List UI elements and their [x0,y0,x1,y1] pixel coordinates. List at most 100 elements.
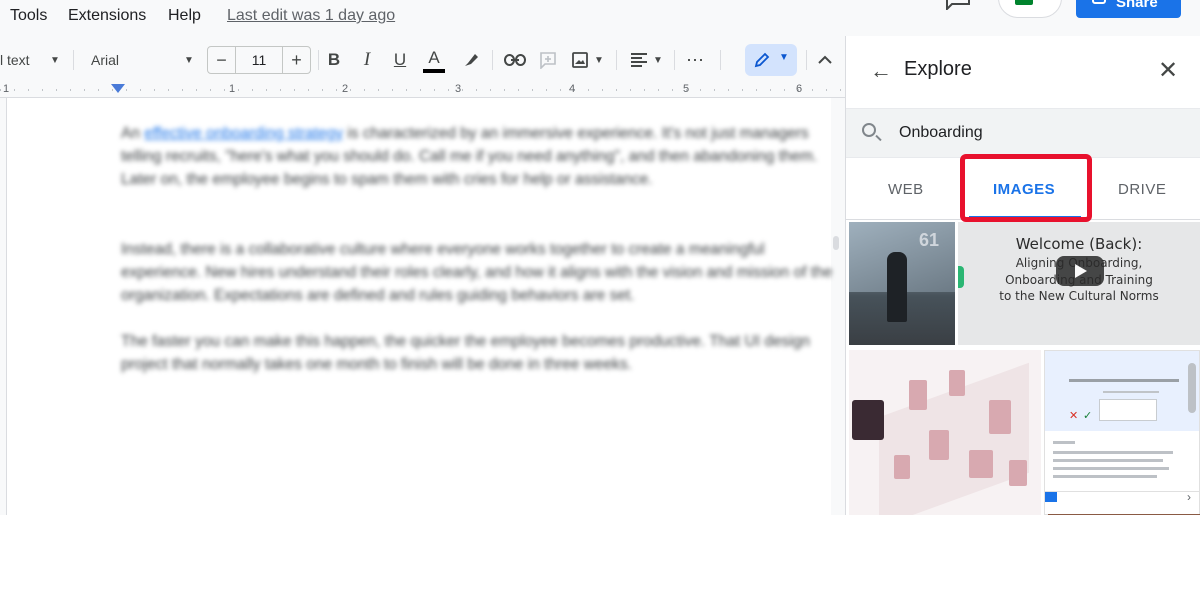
bold-button[interactable]: B [322,40,346,80]
chevron-right-icon: › [1187,490,1191,504]
docs-app: Tools Extensions Help Last edit was 1 da… [0,0,1200,515]
office-block [929,430,949,460]
decrease-font-size-button[interactable]: − [208,47,236,73]
mockup-row [1053,451,1173,454]
text-color-icon: A [428,47,440,67]
office-block [969,450,993,478]
paragraph-style-label: l text [0,52,30,68]
editing-mode-button[interactable]: ▼ [745,44,797,76]
mockup-line [1103,391,1159,393]
paragraph-prefix: An [121,125,145,142]
font-size-input[interactable]: 11 [236,47,282,73]
doc-paragraph-1[interactable]: An effective onboarding strategy is char… [121,122,833,191]
mockup-blue-block [1045,492,1057,502]
font-label: Arial [91,52,120,68]
doc-paragraph-2[interactable]: Instead, there is a collaborative cultur… [121,238,833,307]
office-block [1009,460,1027,486]
mode-chevron-down-icon: ▼ [779,52,789,63]
search-input[interactable]: Onboarding [899,124,983,142]
image-result-welcome-video[interactable]: Welcome (Back): Aligning Onboarding, Onb… [958,222,1200,345]
link-icon[interactable] [502,40,528,80]
chat-icon[interactable] [944,0,972,10]
document-scrollbar[interactable] [833,236,839,250]
image-icon[interactable] [568,40,592,80]
toolbar-divider [720,50,721,70]
menu-tools[interactable]: Tools [10,7,47,25]
blank-bottom-area [0,515,1200,600]
edit-pencil-icon [754,52,770,68]
mockup-footer [1045,491,1199,504]
increase-font-size-button[interactable]: + [282,47,310,73]
x-icon: ✕ [1069,410,1079,422]
text-color-swatch [423,68,445,73]
onboarding-strategy-link[interactable]: effective onboarding strategy [144,125,343,142]
menu-extensions[interactable]: Extensions [68,7,146,25]
italic-button[interactable]: I [355,40,379,80]
image-chevron-down-icon[interactable]: ▼ [592,40,606,80]
font-chevron-down-icon[interactable]: ▼ [180,40,198,80]
mockup-row [1053,467,1169,470]
document-area: An effective onboarding strategy is char… [0,98,845,515]
mockup-row [1053,441,1075,444]
video-title: Welcome (Back): [1015,235,1143,253]
mockup-card [1099,399,1157,421]
image-result-isometric-office[interactable] [849,350,1041,515]
office-block [949,370,965,396]
share-label: Share [1116,0,1158,11]
share-button[interactable]: Share [1076,0,1181,18]
menu-bar: Tools Extensions Help Last edit was 1 da… [0,0,1200,36]
more-options-button[interactable]: ⋯ [682,40,708,80]
font-dropdown[interactable]: Arial [91,40,151,80]
last-edit-link[interactable]: Last edit was 1 day ago [227,7,395,25]
toolbar-divider [492,50,493,70]
underline-button[interactable]: U [388,40,412,80]
office-block [989,400,1011,434]
image-result-ui-mockup[interactable]: ✕ ✓ › [1044,350,1200,515]
doc-paragraph-3[interactable]: The faster you can make this happen, the… [121,330,833,376]
document-page[interactable]: An effective onboarding strategy is char… [6,98,833,515]
tab-drive[interactable]: DRIVE [1118,181,1166,198]
toolbar-divider [674,50,675,70]
ruler-number: 1 [3,83,10,95]
hull-number: 61 [919,230,940,250]
lock-icon [1092,0,1106,4]
explore-title: Explore [904,58,972,80]
chevron-up-icon[interactable] [812,40,838,80]
close-icon[interactable]: ✕ [1158,56,1178,85]
ruler-number: 3 [455,83,462,95]
check-icon: ✓ [1083,410,1093,422]
ruler-number: 2 [342,83,349,95]
ruler-number: 6 [796,83,803,95]
align-chevron-down-icon[interactable]: ▼ [651,40,665,80]
text-color-button[interactable]: A [421,40,447,80]
comment-icon[interactable] [536,40,560,80]
meet-icon [1015,0,1033,5]
ruler-number: 4 [569,83,576,95]
horizontal-ruler[interactable]: 1 1 2 3 4 5 6 [0,82,845,98]
mockup-row [1053,475,1157,478]
toolbar-divider [806,50,807,70]
align-icon[interactable] [626,40,652,80]
person-figure [887,252,907,322]
meet-button[interactable] [998,0,1062,18]
search-icon [862,123,876,137]
tab-web[interactable]: WEB [888,181,924,198]
paragraph-style-dropdown[interactable]: l text [0,40,40,80]
highlighter-icon[interactable] [458,40,484,80]
toolbar-divider [318,50,319,70]
formatting-toolbar: l text ▼ Arial ▼ − 11 + B I U A ▼ ▼ ⋯ ▼ [0,40,845,80]
play-icon[interactable] [1056,256,1104,286]
explore-search-bar[interactable]: Onboarding [846,108,1200,158]
style-chevron-down-icon[interactable]: ▼ [46,40,64,80]
explore-scrollbar[interactable] [1188,363,1196,413]
image-result-ship-person[interactable]: 61 [849,222,955,345]
video-subtitle-line: to the New Cultural Norms [999,289,1159,303]
menu-help[interactable]: Help [168,7,201,25]
explore-panel: ← Explore ✕ Onboarding WEB IMAGES DRIVE … [845,36,1200,515]
arrow-back-icon[interactable]: ← [870,58,892,84]
office-block [909,380,927,410]
toolbar-divider [73,50,74,70]
font-size-stepper: − 11 + [207,46,311,74]
indent-marker[interactable] [111,84,125,93]
dark-panel [852,400,884,440]
